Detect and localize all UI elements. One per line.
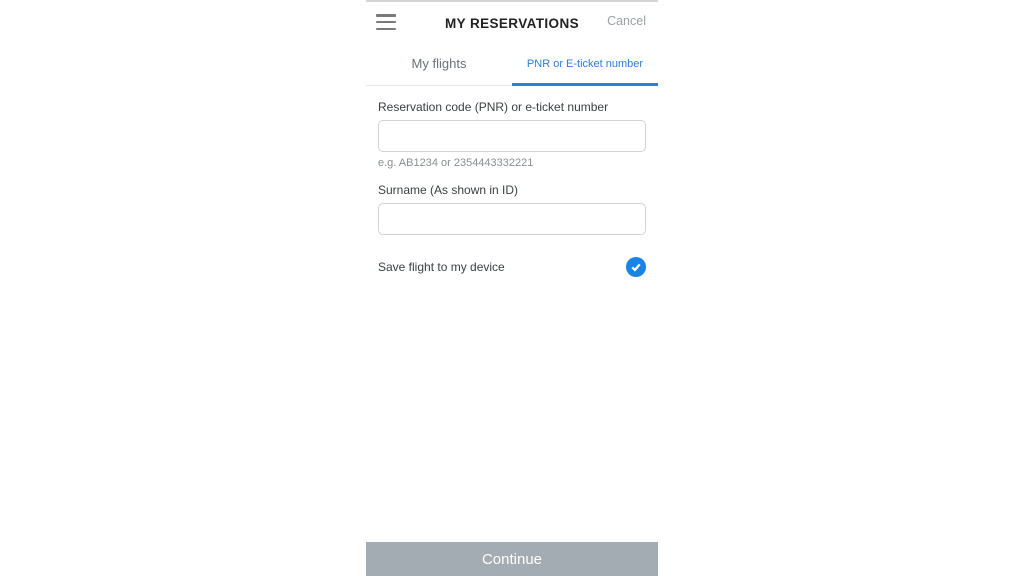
- surname-input[interactable]: [378, 203, 646, 235]
- save-toggle[interactable]: [626, 257, 646, 277]
- surname-field-block: Surname (As shown in ID): [378, 183, 646, 235]
- menu-icon[interactable]: [376, 14, 396, 30]
- pnr-input[interactable]: [378, 120, 646, 152]
- page-title: MY RESERVATIONS: [445, 16, 579, 31]
- pnr-field-block: Reservation code (PNR) or e-ticket numbe…: [378, 100, 646, 169]
- save-toggle-row: Save flight to my device: [378, 257, 646, 277]
- header-bar: MY RESERVATIONS Cancel: [366, 2, 658, 44]
- tabs: My flights PNR or E-ticket number: [366, 44, 658, 86]
- check-icon: [630, 261, 642, 273]
- surname-label: Surname (As shown in ID): [378, 183, 646, 197]
- save-toggle-label: Save flight to my device: [378, 260, 505, 274]
- continue-button[interactable]: Continue: [366, 542, 658, 576]
- form-content: Reservation code (PNR) or e-ticket numbe…: [366, 86, 658, 277]
- tab-pnr-eticket[interactable]: PNR or E-ticket number: [512, 44, 658, 85]
- pnr-hint: e.g. AB1234 or 2354443332221: [378, 157, 646, 169]
- pnr-label: Reservation code (PNR) or e-ticket numbe…: [378, 100, 646, 114]
- tab-my-flights[interactable]: My flights: [366, 44, 512, 85]
- cancel-button[interactable]: Cancel: [607, 14, 646, 28]
- app-screen: MY RESERVATIONS Cancel My flights PNR or…: [366, 0, 658, 576]
